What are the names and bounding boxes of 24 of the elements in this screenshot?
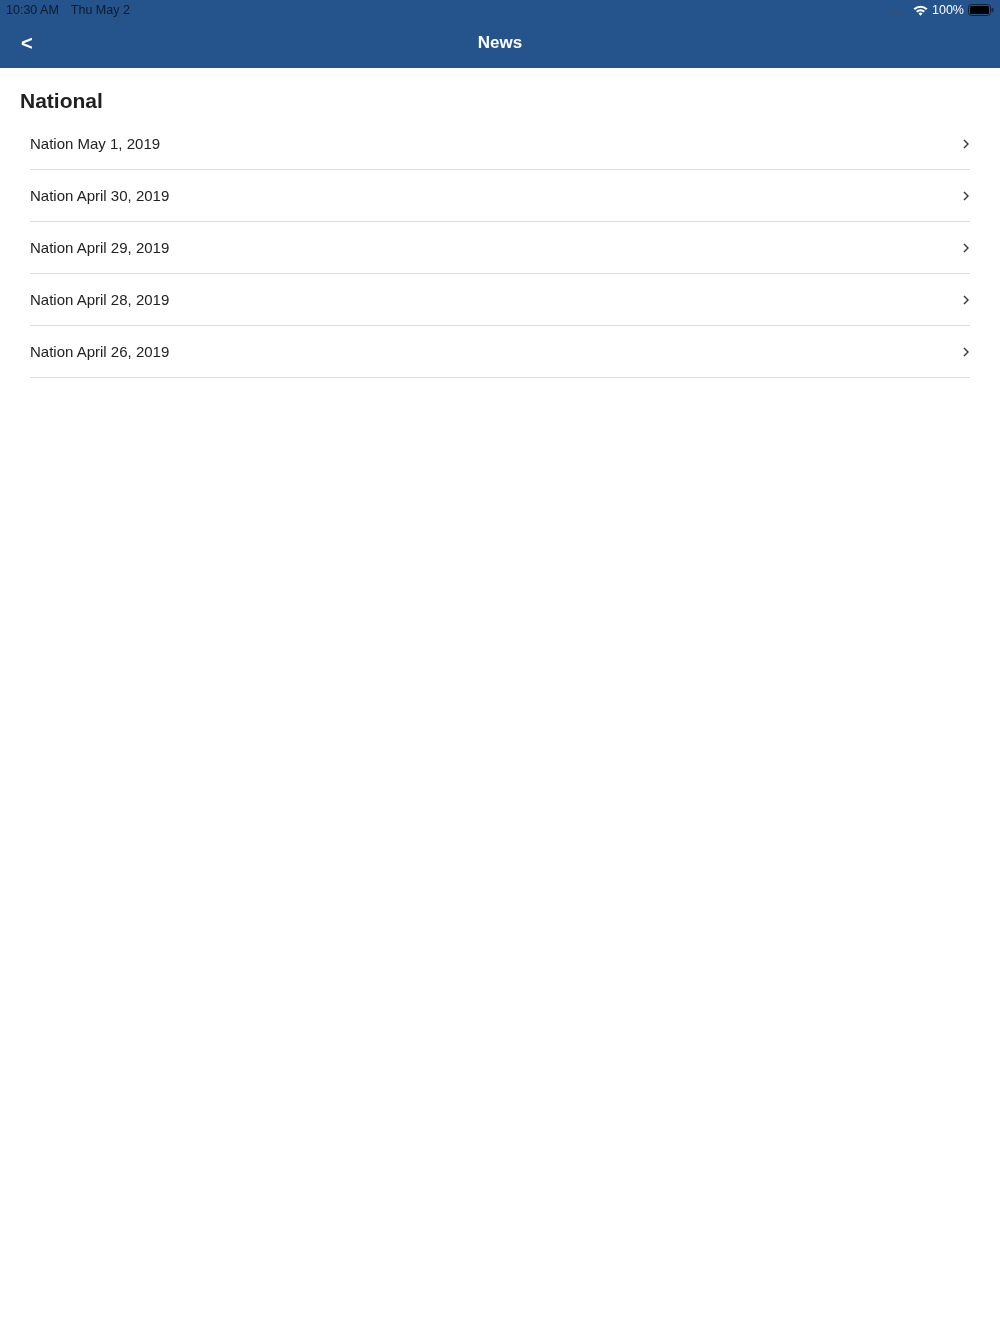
- chevron-right-icon: [963, 242, 969, 253]
- news-list-row[interactable]: Nation April 28, 2019: [30, 274, 970, 326]
- chevron-right-icon: [963, 190, 969, 201]
- news-item-label: Nation April 30, 2019: [30, 187, 171, 204]
- news-list-row[interactable]: Nation April 30, 2019: [30, 170, 970, 222]
- news-item-label: Nation April 29, 2019: [30, 239, 171, 256]
- wifi-icon: [913, 4, 928, 16]
- nav-title: News: [477, 33, 523, 53]
- chevron-right-icon: [963, 346, 969, 357]
- news-item-label: Nation May 1, 2019: [30, 135, 162, 152]
- back-button[interactable]: <: [17, 33, 37, 53]
- news-list-row[interactable]: Nation April 29, 2019: [30, 222, 970, 274]
- news-list-row[interactable]: Nation April 26, 2019: [30, 326, 970, 378]
- chevron-right-icon: [963, 294, 969, 305]
- chevron-right-icon: [963, 138, 969, 149]
- status-time: 10:30 AM: [6, 3, 59, 17]
- status-date: Thu May 2: [70, 3, 130, 17]
- news-list-row[interactable]: Nation May 1, 2019: [30, 118, 970, 170]
- battery-icon: [968, 4, 994, 16]
- battery-percent: 100%: [932, 3, 964, 17]
- signal-dots-icon: [891, 11, 907, 15]
- news-item-label: Nation April 26, 2019: [30, 343, 171, 360]
- news-item-label: Nation April 28, 2019: [30, 291, 171, 308]
- section-heading: National: [20, 88, 104, 114]
